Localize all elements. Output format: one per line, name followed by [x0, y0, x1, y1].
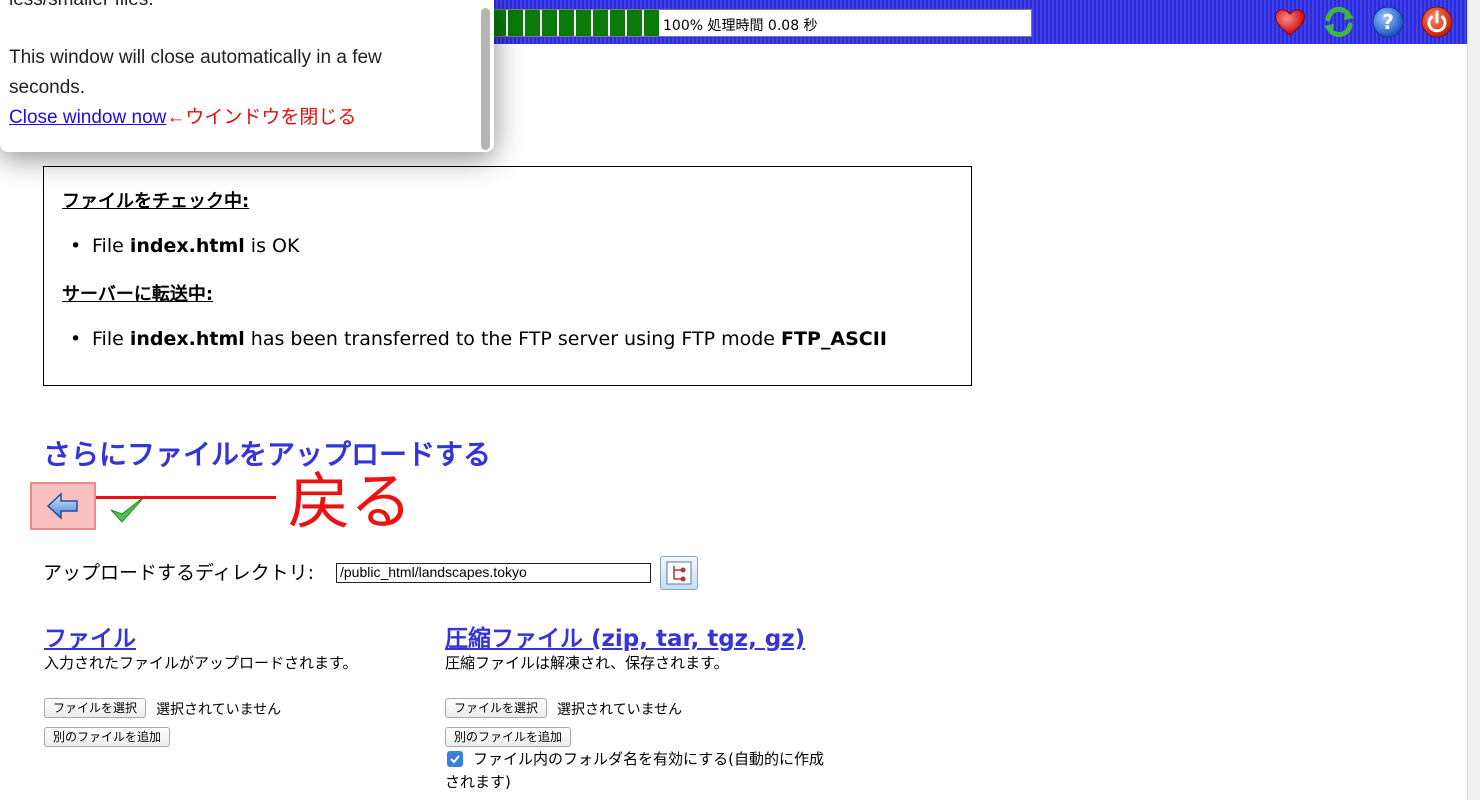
- transfer-heading: サーバーに転送中:: [62, 284, 214, 305]
- heart-icon[interactable]: [1273, 5, 1307, 39]
- popup-scroll-thumb[interactable]: [481, 8, 490, 150]
- progress-label: 100% 処理時間 0.08 秒: [663, 18, 818, 34]
- archive-title-link[interactable]: 圧縮ファイル (zip, tar, tgz, gz): [445, 619, 805, 653]
- progress-fill: [491, 10, 661, 36]
- popup-text-line1: This window will close automatically in …: [9, 47, 382, 68]
- back-arrow-icon: [46, 492, 78, 520]
- transfer-result-item: File index.html has been transferred to …: [70, 328, 887, 350]
- popup-close-row: Close window now←ウインドウを閉じる: [9, 103, 356, 133]
- archive-add-button[interactable]: 別のファイルを追加: [445, 727, 572, 747]
- refresh-icon[interactable]: [1322, 5, 1356, 39]
- back-annotation: 戻る: [288, 465, 413, 538]
- archive-description: 圧縮ファイルは解凍され、保存されます。: [445, 654, 729, 672]
- annotation-line: [96, 496, 276, 499]
- upload-more-heading[interactable]: さらにファイルをアップロードする: [43, 433, 491, 473]
- status-box: ファイルをチェック中: File index.html is OK サーバーに転…: [43, 166, 972, 386]
- browse-directory-button[interactable]: [660, 556, 698, 590]
- upload-dir-input[interactable]: /public_html/landscapes.tokyo: [336, 563, 651, 583]
- files-choose-button[interactable]: ファイルを選択: [44, 698, 147, 718]
- help-icon[interactable]: ?: [1371, 5, 1405, 39]
- back-button[interactable]: [30, 482, 96, 530]
- files-no-file-text: 選択されていません: [156, 702, 282, 718]
- close-annotation: ←ウインドウを閉じる: [166, 107, 357, 128]
- popup-text-line2: seconds.: [9, 77, 86, 98]
- auto-close-popup: less/smaller files. This window will clo…: [0, 0, 494, 152]
- checking-heading: ファイルをチェック中:: [62, 191, 250, 212]
- page-scrollbar[interactable]: [1467, 0, 1480, 800]
- files-description: 入力されたファイルがアップロードされます。: [44, 654, 358, 672]
- popup-text-partial: less/smaller files.: [9, 0, 154, 15]
- directory-tree-icon: [666, 561, 692, 585]
- check-result-item: File index.html is OK: [70, 235, 299, 257]
- upload-dir-label: アップロードするディレクトリ:: [43, 562, 315, 584]
- archive-no-file-text: 選択されていません: [557, 702, 683, 718]
- archive-choose-button[interactable]: ファイルを選択: [445, 698, 548, 718]
- enable-folder-names-checkbox[interactable]: [447, 751, 463, 767]
- files-title-link[interactable]: ファイル: [44, 619, 136, 653]
- progress-bar: 100% 処理時間 0.08 秒: [490, 9, 1032, 37]
- enable-folder-names-label-2: されます): [445, 773, 511, 791]
- files-add-button[interactable]: 別のファイルを追加: [44, 727, 171, 747]
- close-window-link[interactable]: Close window now: [9, 107, 166, 128]
- popup-scrollbar[interactable]: [480, 4, 492, 150]
- power-icon[interactable]: [1420, 5, 1454, 39]
- svg-text:?: ?: [1382, 10, 1394, 34]
- enable-folder-names-label-1: ファイル内のフォルダ名を有効にする(自動的に作成: [473, 750, 825, 768]
- checkbox-check-icon: [450, 755, 460, 764]
